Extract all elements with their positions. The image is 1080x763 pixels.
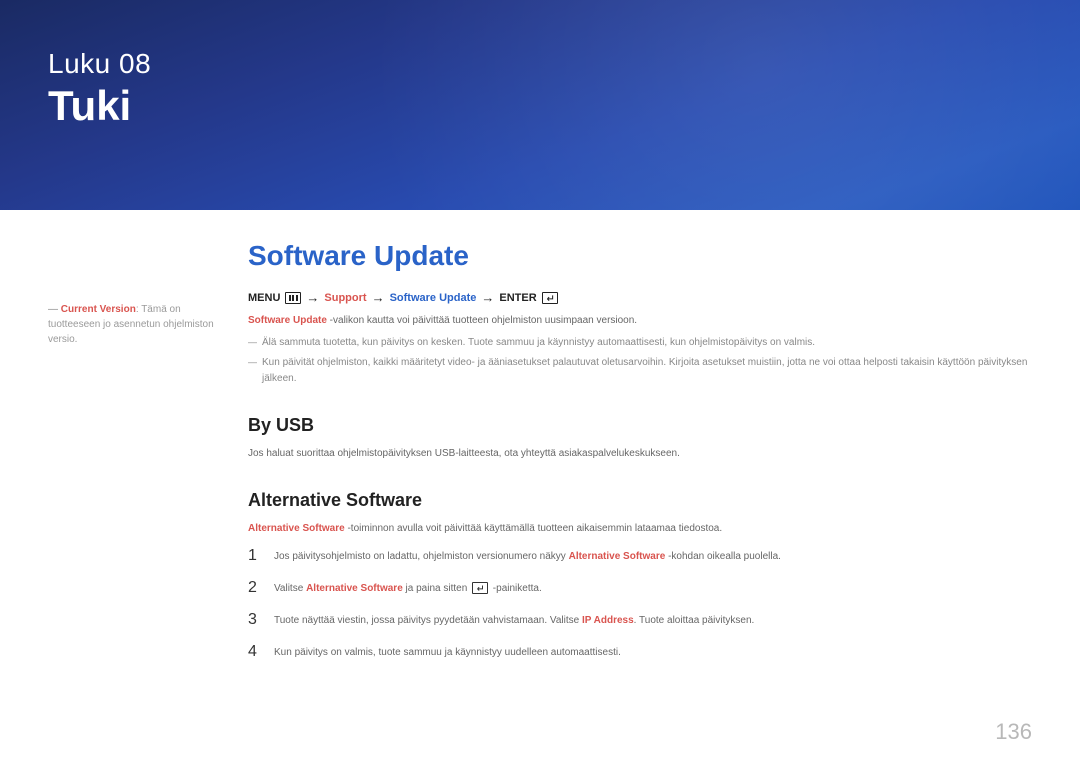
arrow-icon: → xyxy=(306,290,319,305)
note-1: Älä sammuta tuotetta, kun päivitys on ke… xyxy=(248,335,1032,351)
enter-icon xyxy=(542,292,558,304)
enter-icon xyxy=(472,582,488,594)
step-text: Jos päivitysohjelmisto on ladattu, ohjel… xyxy=(274,547,1032,565)
section-title-software-update: Software Update xyxy=(248,240,1032,272)
intro-text: Software Update -valikon kautta voi päiv… xyxy=(248,313,1032,329)
step-post-b: -painiketta. xyxy=(490,583,542,594)
step-post-a: ja paina sitten xyxy=(403,583,470,594)
step-red: Alternative Software xyxy=(306,583,403,594)
step-pre: Kun päivitys on valmis, tuote sammuu ja … xyxy=(274,647,621,658)
note-2: Kun päivität ohjelmiston, kaikki määrite… xyxy=(248,355,1032,387)
step-1: 1 Jos päivitysohjelmisto on ladattu, ohj… xyxy=(248,547,1032,565)
step-pre: Jos päivitysohjelmisto on ladattu, ohjel… xyxy=(274,551,569,562)
alt-sw-rest: -toiminnon avulla voit päivittää käyttäm… xyxy=(345,523,722,534)
arrow-icon: → xyxy=(372,290,385,305)
chapter-title: Tuki xyxy=(48,82,1080,130)
current-version-label: Current Version xyxy=(61,304,136,315)
step-text: Valitse Alternative Software ja paina si… xyxy=(274,579,1032,597)
main-column: Software Update MENU → Support → Softwar… xyxy=(248,240,1032,675)
by-usb-text: Jos haluat suorittaa ohjelmistopäivityks… xyxy=(248,446,1032,462)
arrow-icon: → xyxy=(481,290,494,305)
subsection-alternative-software: Alternative Software xyxy=(248,490,1032,511)
menu-icon xyxy=(285,292,301,304)
step-text: Kun päivitys on valmis, tuote sammuu ja … xyxy=(274,643,1032,661)
step-number: 2 xyxy=(248,579,274,597)
step-red: Alternative Software xyxy=(569,551,666,562)
page-number: 136 xyxy=(995,719,1032,745)
step-post: . Tuote aloittaa päivityksen. xyxy=(634,615,755,626)
breadcrumb-software-update: Software Update xyxy=(390,292,477,304)
step-text: Tuote näyttää viestin, jossa päivitys py… xyxy=(274,611,1032,629)
dash-icon: ― xyxy=(48,304,58,315)
step-pre: Tuote näyttää viestin, jossa päivitys py… xyxy=(274,615,582,626)
step-red: IP Address xyxy=(582,615,634,626)
intro-rest: -valikon kautta voi päivittää tuotteen o… xyxy=(327,315,637,326)
menu-breadcrumb: MENU → Support → Software Update → ENTER xyxy=(248,290,1032,305)
step-3: 3 Tuote näyttää viestin, jossa päivitys … xyxy=(248,611,1032,629)
intro-prefix: Software Update xyxy=(248,315,327,326)
content-area: ― Current Version: Tämä on tuotteeseen j… xyxy=(0,210,1080,675)
step-4: 4 Kun päivitys on valmis, tuote sammuu j… xyxy=(248,643,1032,661)
chapter-header: Luku 08 Tuki xyxy=(0,0,1080,210)
breadcrumb-menu: MENU xyxy=(248,292,280,304)
alt-sw-intro: Alternative Software -toiminnon avulla v… xyxy=(248,521,1032,537)
breadcrumb-enter: ENTER xyxy=(499,292,536,304)
breadcrumb-support: Support xyxy=(324,292,366,304)
step-number: 3 xyxy=(248,611,274,629)
step-number: 1 xyxy=(248,547,274,565)
step-post: -kohdan oikealla puolella. xyxy=(665,551,781,562)
side-note: ― Current Version: Tämä on tuotteeseen j… xyxy=(48,240,248,675)
alt-sw-prefix: Alternative Software xyxy=(248,523,345,534)
step-pre: Valitse xyxy=(274,583,306,594)
step-2: 2 Valitse Alternative Software ja paina … xyxy=(248,579,1032,597)
steps-list: 1 Jos päivitysohjelmisto on ladattu, ohj… xyxy=(248,547,1032,661)
step-number: 4 xyxy=(248,643,274,661)
chapter-label: Luku 08 xyxy=(48,48,1080,80)
subsection-by-usb: By USB xyxy=(248,415,1032,436)
